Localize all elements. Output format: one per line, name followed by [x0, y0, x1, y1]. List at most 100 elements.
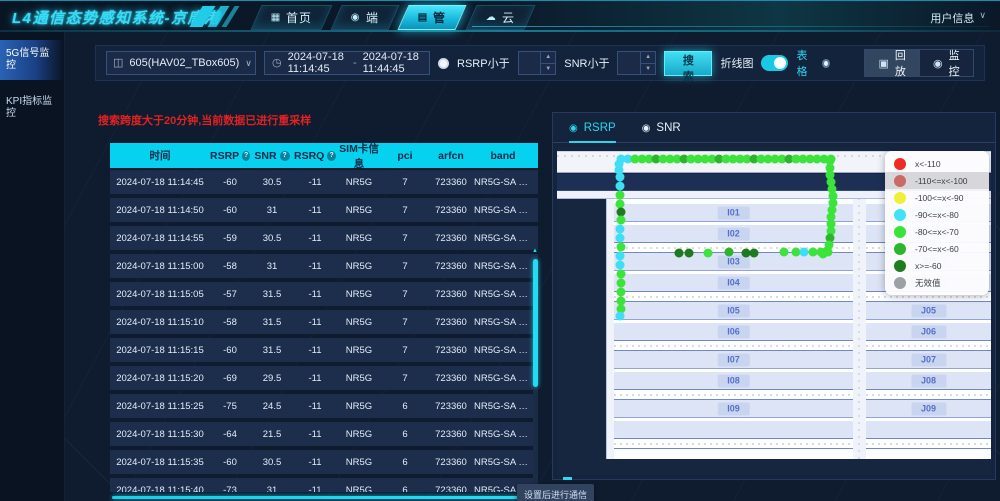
- yard-road-separator: [614, 389, 853, 400]
- table-cell: -11: [308, 428, 322, 440]
- legend-row[interactable]: -70<=x<-60: [885, 240, 989, 257]
- legend-color-swatch: [894, 191, 906, 204]
- table-row[interactable]: 2024-07-18 11:14:55 -59 30.5 -11 NR5G 7 723360…: [110, 226, 538, 250]
- yard-road-separator: [866, 340, 991, 351]
- view-toggle-switch[interactable]: [761, 55, 789, 71]
- signal-sample-dot: [615, 311, 625, 321]
- scroll-up-icon[interactable]: ▲: [532, 248, 538, 254]
- app-window: L4通信态势感知系统-京唐港 ▦ 首页 ◉ 端 ▤ 管 ☁ 云 用户信息 ∨ 5G信号监控 KP…: [0, 0, 1000, 501]
- device-select[interactable]: ◫ 605(HAV02_TBox605) ∨: [106, 51, 256, 75]
- help-icon[interactable]: ?: [279, 150, 290, 161]
- legend-row[interactable]: -110<=x<-100: [885, 172, 989, 189]
- tab-label: RSRP: [583, 122, 616, 134]
- yard-block-left: I01 I02 I03 I04 I05 I06 I07 I08 I09: [614, 199, 853, 459]
- legend-row[interactable]: -90<=x<-80: [885, 206, 989, 223]
- table-cell: 2024-07-18 11:14:50: [116, 204, 204, 216]
- signal-sample-dot: [684, 248, 694, 258]
- signal-sample-dot: [616, 269, 626, 279]
- table-row[interactable]: 2024-07-18 11:15:00 -58 31 -11 NR5G 7 723360 NR…: [110, 254, 538, 278]
- signal-sample-dot: [615, 190, 625, 200]
- legend-row[interactable]: x>=-60: [885, 257, 989, 274]
- playback-label: 回放: [894, 50, 906, 78]
- spin-down-icon[interactable]: ▼: [541, 64, 555, 75]
- signal-sample-dot: [674, 248, 684, 258]
- table-row[interactable]: 2024-07-18 11:14:50 -60 31 -11 NR5G 7 723360 NR…: [110, 198, 538, 222]
- sidebar-item-5g-signal[interactable]: 5G信号监控: [0, 40, 64, 80]
- table-cell: 7: [402, 344, 408, 356]
- resample-warning-text: 搜索跨度大于20分钟,当前数据已进行重采样: [98, 115, 312, 127]
- rsrp-radio[interactable]: [438, 57, 450, 69]
- yard-row-label: I05: [717, 304, 750, 317]
- legend-label: -100<=x<-90: [915, 192, 964, 203]
- yard-row-J05: J05: [866, 302, 991, 319]
- legend-row[interactable]: x<-110: [885, 155, 989, 172]
- yard-row-I04: I04: [614, 274, 853, 291]
- table-row[interactable]: 2024-07-18 11:15:05 -57 31.5 -11 NR5G 7 723360…: [110, 282, 538, 306]
- table-row[interactable]: 2024-07-18 11:15:15 -60 31.5 -11 NR5G 7 723360…: [110, 338, 538, 362]
- snr-threshold-input[interactable]: ▲ ▼: [617, 51, 657, 75]
- legend-label: -70<=x<-60: [915, 243, 959, 254]
- spin-up-icon[interactable]: ▲: [641, 52, 656, 64]
- spin-down-icon[interactable]: ▼: [641, 64, 655, 75]
- table-cell: NR5G: [345, 316, 373, 328]
- table-view-label: 表格: [796, 50, 808, 78]
- nav-item-terminal[interactable]: ◉ 端: [330, 5, 400, 30]
- legend-row[interactable]: -80<=x<-70: [885, 223, 989, 240]
- table-cell: 723360: [435, 456, 467, 468]
- table-row[interactable]: 2024-07-18 11:15:35 -60 30.5 -11 NR5G 6 723360…: [110, 450, 538, 474]
- horizontal-scrollbar[interactable]: [112, 496, 532, 499]
- yard-row-blank: [614, 421, 853, 438]
- yard-road-separator: [614, 340, 853, 351]
- vertical-scrollbar[interactable]: ▲: [532, 248, 538, 501]
- search-button[interactable]: 搜索: [664, 50, 713, 83]
- yard-road-separator: [866, 389, 991, 400]
- yard-row-I08: I08: [614, 372, 853, 389]
- table-row[interactable]: 2024-07-18 11:15:20 -69 29.5 -11 NR5G 7 723360…: [110, 366, 538, 390]
- spin-up-icon[interactable]: ▲: [541, 52, 556, 64]
- vertical-scrollbar-thumb[interactable]: [533, 259, 538, 387]
- yard-row-I03: I03: [614, 253, 853, 270]
- date-range-picker[interactable]: ◷ 2024-07-18 11:14:45 - 2024-07-18 11:44…: [264, 51, 431, 75]
- legend-label: x>=-60: [915, 260, 942, 271]
- legend-row[interactable]: -100<=x<-90: [885, 189, 989, 206]
- tab-rsrp[interactable]: ◉ RSRP: [569, 113, 616, 143]
- snr-spinner: ▲ ▼: [640, 52, 656, 75]
- nav-item-manage[interactable]: ▤ 管: [397, 5, 468, 30]
- tab-snr[interactable]: ◉ SNR: [642, 113, 681, 143]
- user-menu[interactable]: 用户信息 ∨: [930, 10, 986, 26]
- help-icon[interactable]: ?: [242, 150, 250, 161]
- yard-row-I07: I07: [614, 351, 853, 368]
- legend-row[interactable]: 无效值: [885, 274, 989, 291]
- legend-label: -80<=x<-70: [915, 226, 959, 237]
- table-row[interactable]: 2024-07-18 11:15:40 -73 31 -11 NR5G 6 723360 NR…: [110, 478, 538, 492]
- yard-row-I06: I06: [614, 323, 853, 340]
- table-row[interactable]: 2024-07-18 11:15:10 -58 31.5 -11 NR5G 7 723360…: [110, 310, 538, 334]
- header-decorative-line: [472, 26, 990, 27]
- column-header-pci: pci: [382, 150, 428, 162]
- table-row[interactable]: 2024-07-18 11:15:25 -75 24.5 -11 NR5G 6 723360…: [110, 394, 538, 418]
- table-row[interactable]: 2024-07-18 11:15:30 -64 21.5 -11 NR5G 6 723360…: [110, 422, 538, 446]
- yard-map[interactable]: I01I02I03I04I05I06I07I08I09 J01J02J03J04…: [557, 147, 991, 475]
- sim-device-icon: ◫: [113, 56, 124, 69]
- table-cell: -11: [308, 316, 322, 328]
- table-cell: 2024-07-18 11:15:15: [116, 344, 204, 356]
- yard-road-separator: [866, 438, 991, 449]
- rsrp-threshold-input[interactable]: ▲ ▼: [517, 51, 557, 75]
- top-header: L4通信态势感知系统-京唐港 ▦ 首页 ◉ 端 ▤ 管 ☁ 云 用户信息 ∨: [0, 0, 1000, 32]
- date-start: 2024-07-18 11:14:45: [287, 51, 344, 75]
- table-view-radio-icon[interactable]: [822, 58, 831, 68]
- playback-button[interactable]: ▣ 回放: [865, 50, 920, 78]
- nav-item-home[interactable]: ▦ 首页: [250, 5, 334, 30]
- table-cell: 723360: [435, 260, 467, 272]
- table-cell: NR5G-SA B...: [474, 260, 533, 272]
- yard-row-label: J05: [910, 304, 947, 317]
- table-row[interactable]: 2024-07-18 11:14:45 -60 30.5 -11 NR5G 7 723360…: [110, 170, 538, 194]
- legend-label: -110<=x<-100: [915, 175, 968, 186]
- monitor-button[interactable]: ◉ 监控: [919, 50, 973, 78]
- signal-sample-dot: [799, 247, 809, 257]
- legend-color-swatch: [894, 242, 906, 255]
- sidebar-item-kpi[interactable]: KPI指标监控: [0, 88, 64, 128]
- help-icon[interactable]: ?: [327, 150, 336, 161]
- signal-sample-dot: [615, 172, 625, 182]
- yard-row-I01: I01: [614, 204, 853, 221]
